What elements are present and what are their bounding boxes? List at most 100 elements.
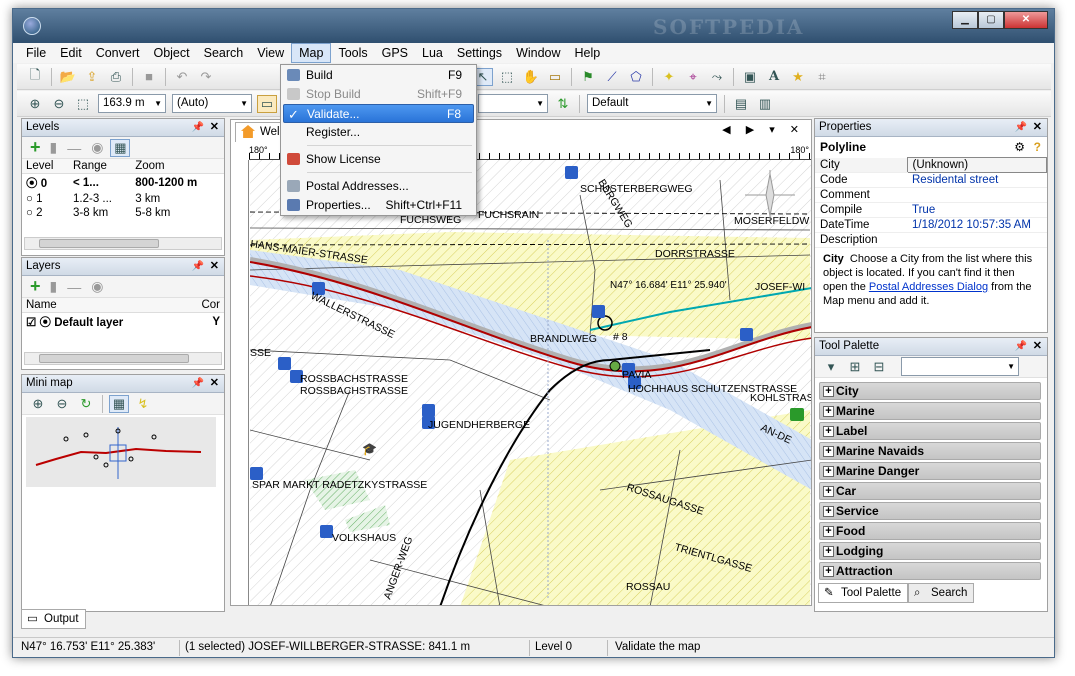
add-polygon-icon[interactable]: ⬠ [626,68,646,86]
validate-icon[interactable]: ◉ [91,278,103,295]
sync-view-icon[interactable]: ▦ [109,394,129,413]
table-row[interactable]: ☑ ⦿ Default layer Y [22,313,224,332]
undo-icon[interactable]: ↶ [172,68,192,86]
maximize-button[interactable]: ▢ [978,11,1004,29]
radio-icon[interactable]: ○ [26,193,33,205]
property-row[interactable]: City (Unknown) [815,157,1047,173]
radio-selected-icon[interactable]: ⦿ [40,317,52,329]
image-icon[interactable]: ▣ [740,68,760,86]
menu-map[interactable]: Map [291,43,332,63]
menu-item-register[interactable]: Register... [283,123,474,142]
grid-icon[interactable]: ⌗ [812,68,832,86]
radio-selected-icon[interactable]: ⦿ [26,178,38,190]
property-row[interactable]: Comment [815,187,1047,203]
close-icon[interactable]: ✕ [1033,119,1042,136]
property-row[interactable]: Code Residental street [815,172,1047,188]
help-icon[interactable]: ? [1034,137,1041,157]
redo-icon[interactable]: ↷ [196,68,216,86]
pin-icon[interactable]: 📌 [192,119,204,136]
level-props-icon[interactable]: ▦ [110,138,131,157]
zoom-rect-icon[interactable]: ⬚ [73,95,93,113]
menu-search[interactable]: Search [197,43,251,63]
remove-icon[interactable]: — [67,279,81,295]
property-row[interactable]: Compile True [815,202,1047,218]
layer-combo[interactable] [478,94,548,113]
pan-hand-icon[interactable]: ✋ [521,68,541,86]
close-button[interactable]: ✕ [1004,11,1048,29]
category-label[interactable]: Label [819,422,1041,440]
category-food[interactable]: Food [819,522,1041,540]
palette-filter-combo[interactable] [901,357,1019,376]
postal-addresses-link[interactable]: Postal Addresses Dialog [869,281,988,293]
menu-item-validate[interactable]: ✓ Validate... F8 [283,104,474,123]
category-marine-danger[interactable]: Marine Danger [819,462,1041,480]
edit-icon[interactable]: ▮ [50,139,58,156]
category-service[interactable]: Service [819,502,1041,520]
menu-lua[interactable]: Lua [415,43,450,63]
filter-icon[interactable]: ▾ [821,358,841,376]
zoom-in-icon[interactable]: ⊕ [25,95,45,113]
menu-object[interactable]: Object [146,43,196,63]
edit-icon[interactable]: ▮ [50,278,58,295]
category-lodging[interactable]: Lodging [819,542,1041,560]
close-icon[interactable]: ✕ [210,375,219,392]
category-attraction[interactable]: Attraction [819,562,1041,580]
pin-icon[interactable]: 📌 [1015,119,1027,136]
split-line-icon[interactable]: ⤳ [707,68,727,86]
validate-icon[interactable]: ◉ [91,139,103,156]
minimize-button[interactable]: ▁ [952,11,978,29]
menu-item-show-license[interactable]: Show License [283,150,474,169]
object-settings-icon[interactable]: ⚙ [1014,137,1025,157]
collapse-all-icon[interactable]: ⊟ [869,358,889,376]
table-row[interactable]: ○ 2 3-8 km 5-8 km [22,206,224,220]
track-icon[interactable]: ↯ [133,395,153,413]
menu-settings[interactable]: Settings [450,43,509,63]
view-option-icon[interactable]: ▭ [257,94,277,113]
tab-tool-palette[interactable]: ✎ Tool Palette [818,583,909,603]
pin-icon[interactable]: 📌 [192,258,204,275]
category-city[interactable]: City [819,382,1041,400]
menu-item-properties[interactable]: Properties... Shift+Ctrl+F11 [283,196,474,215]
export-icon[interactable]: ⎙ [106,68,126,86]
text-tool-icon[interactable]: A [764,68,784,86]
menu-help[interactable]: Help [568,43,608,63]
save-icon[interactable]: ■ [139,68,159,86]
import-icon[interactable]: ⇪ [82,68,102,86]
table-row[interactable]: ○ 1 1.2-3 ... 3 km [22,192,224,206]
layers-scrollbar[interactable] [24,352,222,365]
menu-window[interactable]: Window [509,43,567,63]
remove-icon[interactable]: — [67,140,81,156]
menu-file[interactable]: File [19,43,53,63]
menu-item-build[interactable]: Build F9 [283,66,474,85]
style-combo[interactable]: Default [587,94,717,113]
edit-nodes-icon[interactable]: ⌖ [683,68,703,86]
checkbox-checked-icon[interactable]: ☑ [26,317,36,329]
menu-item-postal-addresses[interactable]: Postal Addresses... [283,177,474,196]
menu-convert[interactable]: Convert [89,43,147,63]
expand-all-icon[interactable]: ⊞ [845,358,865,376]
minimap-canvas[interactable] [26,417,216,487]
star-icon[interactable]: ★ [788,68,808,86]
close-icon[interactable]: ✕ [210,258,219,275]
transfer-icon[interactable]: ⇅ [553,95,573,113]
category-marine-navaids[interactable]: Marine Navaids [819,442,1041,460]
menu-edit[interactable]: Edit [53,43,89,63]
radio-icon[interactable]: ○ [26,207,33,219]
add-icon[interactable]: + [30,137,41,158]
scale-combo[interactable]: 163.9 m [98,94,166,113]
close-icon[interactable]: ✕ [1033,338,1042,355]
window-cascade-icon[interactable]: ▥ [755,95,775,113]
property-row[interactable]: DateTime 1/18/2012 10:57:35 AM [815,217,1047,233]
measure-ruler-icon[interactable]: ▭ [545,68,565,86]
tab-search[interactable]: ⌕ Search [908,583,975,603]
tab-output[interactable]: ▭ Output [21,609,86,629]
menu-view[interactable]: View [250,43,291,63]
table-row[interactable]: ⦿ 0 < 1... 800-1200 m [22,174,224,193]
menu-item-stop-build[interactable]: Stop Build Shift+F9 [283,85,474,104]
zoom-out-icon[interactable]: ⊖ [49,95,69,113]
zoom-out-icon[interactable]: ⊖ [52,395,72,413]
add-polyline-icon[interactable]: ⟋ [602,68,622,86]
add-point-icon[interactable]: ⚑ [578,68,598,86]
pin-icon[interactable]: 📌 [192,375,204,392]
refresh-icon[interactable]: ↻ [76,395,96,413]
